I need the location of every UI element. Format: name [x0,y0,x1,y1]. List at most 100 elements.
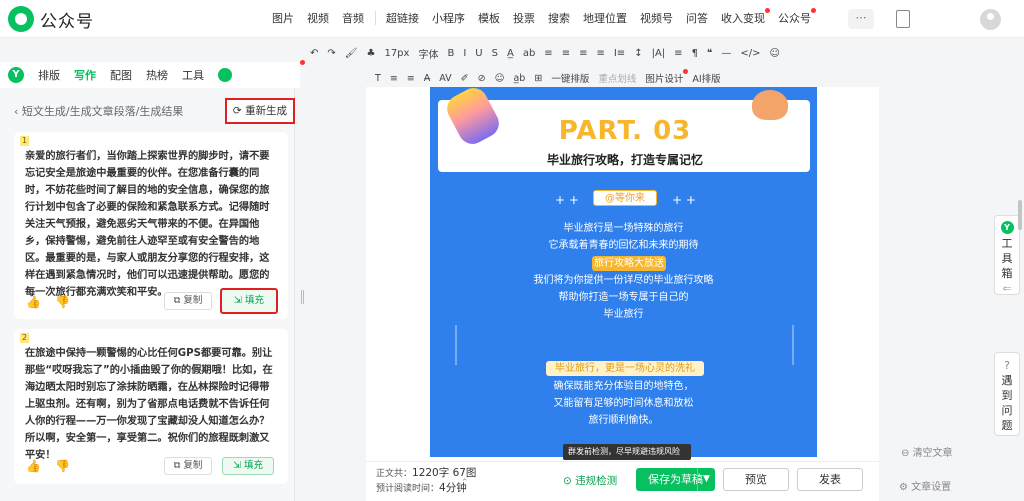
highlight-icon[interactable]: ab [523,48,535,59]
list-icon[interactable]: ≡ [674,48,682,59]
copy-button[interactable]: ⧉ 复制 [164,457,212,475]
tab-illustration[interactable]: 配图 [110,67,132,83]
font-color-icon[interactable]: A̲ [507,48,514,59]
font-family-select[interactable]: 字体 [418,46,438,61]
section-heading: PART. 03 [558,116,692,146]
emoji-icon[interactable]: ☺ [769,48,779,59]
block-icon[interactable]: ⊘ [478,73,486,84]
key-underline-button[interactable]: 重点划线 [598,71,636,85]
thumbs-up-icon[interactable]: 👍 [26,459,41,473]
plugin-toggle[interactable] [218,68,232,82]
pen-icon[interactable]: ✐ [461,73,469,84]
panel-resize-handle[interactable] [301,290,304,304]
settings-label: 文章设置 [911,482,952,493]
arrow-left-icon: ⇐ [1002,282,1012,295]
publish-button[interactable]: 发表 [797,468,863,491]
bold-icon[interactable]: B [447,48,454,59]
nav-divider [375,11,376,25]
tag-strategy: 旅行攻略大放送 [592,256,666,271]
nav-location[interactable]: 地理位置 [583,10,627,26]
preview-button[interactable]: 预览 [723,468,789,491]
undo-icon[interactable]: ↶ [310,48,318,59]
nav-video[interactable]: 视频 [307,10,329,26]
text-style-icon[interactable]: T [375,73,381,84]
clear-article-button[interactable]: ⊖ 清空文章 [901,444,953,459]
app-logo[interactable]: 公众号 [8,6,94,32]
tab-layout[interactable]: 排版 [38,67,60,83]
align-left-icon[interactable]: ≡ [544,48,552,59]
indent-icon[interactable]: I≡ [614,48,625,59]
toolbox-button[interactable]: Y 工具箱 ⇐ [994,215,1020,295]
clear-format-icon[interactable]: A̶ [424,73,431,84]
text-box-icon[interactable]: a̲b [513,73,525,84]
format-painter-icon[interactable]: ♣ [366,48,375,59]
tab-tools[interactable]: 工具 [182,67,204,83]
article-line: 确保既能充分体验目的地特色， [553,381,694,392]
fill-label: 填充 [244,295,264,306]
nav-audio[interactable]: 音频 [342,10,364,26]
nav-monetize[interactable]: 收入变现 [721,8,770,26]
strikethrough-icon[interactable]: S [492,48,498,59]
more-icon[interactable]: ⋯ [848,9,874,29]
one-click-layout-button[interactable]: 一键排版 [551,71,589,85]
article-settings-button[interactable]: ⚙ 文章设置 [899,478,951,493]
letter-spacing-icon[interactable]: |A| [652,48,666,59]
article-paragraph: 确保既能充分体验目的地特色， 又能留有足够的时间休息和放松 旅行顺利愉快。 [430,378,817,429]
italic-icon[interactable]: I [463,48,466,59]
nav-search[interactable]: 搜索 [548,10,570,26]
tab-trending[interactable]: 热榜 [146,67,168,83]
nav-vote[interactable]: 投票 [513,10,535,26]
help-button[interactable]: ? 遇到问题 [994,352,1020,436]
code-icon[interactable]: </> [740,48,760,59]
copy-button[interactable]: ⧉ 复制 [164,292,212,310]
nav-template[interactable]: 模板 [478,10,500,26]
nav-image[interactable]: 图片 [272,10,294,26]
thumbs-down-icon[interactable]: 👎 [55,295,70,309]
document-icon[interactable] [896,10,910,28]
underline-icon[interactable]: U [475,48,482,59]
list-style-icon[interactable]: ≡ [407,73,415,84]
nav-official-account[interactable]: 公众号 [778,8,816,26]
nav-hyperlink[interactable]: 超链接 [386,10,419,26]
table-icon[interactable]: ⊞ [534,73,542,84]
fill-button[interactable]: ⇲ 填充 [220,288,278,314]
ai-layout-button[interactable]: AI排版 [692,71,720,85]
quote-icon[interactable]: ❝ [707,48,712,59]
align-justify-icon[interactable]: ≡ [596,48,604,59]
divider-icon[interactable]: — [721,48,731,59]
font-size-select[interactable]: 17px [384,48,409,59]
article-line: 它承载着青春的回忆和未来的期待 [548,240,699,251]
scrollbar[interactable] [1018,200,1022,230]
paragraph-icon[interactable]: ¶ [692,48,698,59]
sticker-icon[interactable]: ☺ [495,73,505,84]
tab-writing[interactable]: 写作 [74,67,96,83]
redo-icon[interactable]: ↷ [327,48,335,59]
violation-check-button[interactable]: ⊙ 违规检测 [563,473,617,488]
align-icon[interactable]: ≡ [390,73,398,84]
regenerate-button[interactable]: ⟳ 重新生成 [225,98,295,124]
breadcrumb[interactable]: ‹ 短文生成/生成文章段落/生成结果 [14,103,183,119]
eraser-icon[interactable]: 🖌 [345,48,358,59]
result-number: 1 [20,136,29,146]
avatar[interactable] [980,9,1001,30]
fill-button[interactable]: ⇲ 填充 [222,457,274,475]
thumbs-up-icon[interactable]: 👍 [26,295,41,309]
nav-channels[interactable]: 视频号 [640,10,673,26]
kerning-icon[interactable]: AV [439,73,451,84]
nav-miniprogram[interactable]: 小程序 [432,10,465,26]
nav-qa[interactable]: 问答 [686,10,708,26]
line-height-icon[interactable]: ↕ [634,48,642,59]
image-design-button[interactable]: 图片设计 [645,69,689,85]
fill-label: 填充 [243,460,263,471]
thumbs-down-icon[interactable]: 👎 [55,459,70,473]
format-toolbar-2: T ≡ ≡ A̶ AV ✐ ⊘ ☺ a̲b ⊞ 一键排版 重点划线 图片设计 A… [375,69,721,85]
chevron-up-icon[interactable]: ⌃ [461,478,469,488]
chevron-down-icon[interactable]: ▼ [697,468,715,491]
regenerate-label: 重新生成 [245,105,288,117]
character-sticker [752,90,788,120]
align-right-icon[interactable]: ≡ [579,48,587,59]
align-center-icon[interactable]: ≡ [562,48,570,59]
word-count-label: 正文共： [376,469,413,479]
tag-waiting: @等你来 [593,190,657,206]
wechat-logo-icon [8,6,34,32]
